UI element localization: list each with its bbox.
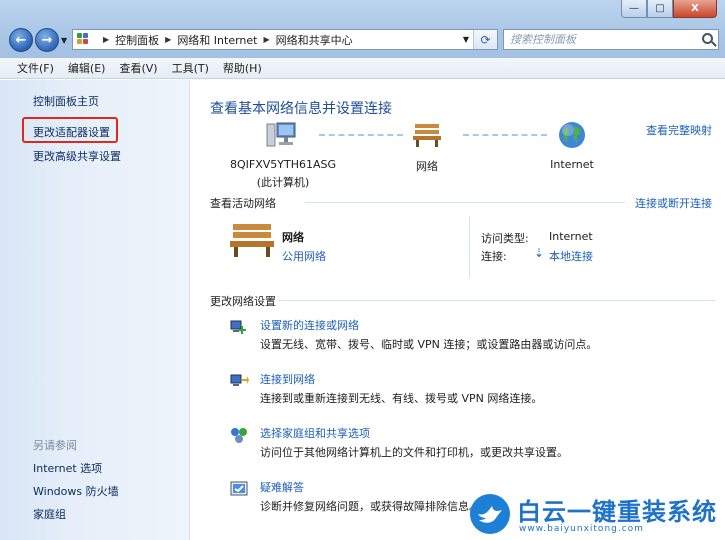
address-bar[interactable]: ▶ 控制面板 ▶ 网络和 Internet ▶ 网络和共享中心 ▼ ⟳ xyxy=(72,29,498,50)
network-bench-large-icon xyxy=(229,222,275,261)
connect-network-link[interactable]: 连接到网络 xyxy=(260,371,315,387)
task-description: 访问位于其他网络计算机上的文件和打印机，或更改共享设置。 xyxy=(260,446,568,459)
watermark: 白云一键重装系统 www.baiyunxitong.com xyxy=(470,490,725,540)
breadcrumb-network-internet[interactable]: 网络和 Internet xyxy=(177,32,257,48)
task-description: 连接到或重新连接到无线、有线、拨号或 VPN 网络连接。 xyxy=(260,392,543,405)
forward-button[interactable]: → xyxy=(35,28,59,52)
sidebar-item-change-advanced-sharing[interactable]: 更改高级共享设置 xyxy=(33,148,121,164)
connect-network-icon xyxy=(230,374,249,386)
chevron-right-icon[interactable]: ▶ xyxy=(264,35,270,44)
task-description: 诊断并修复网络问题，或获得故障排除信息。 xyxy=(260,500,480,513)
access-type-label: 访问类型: xyxy=(481,232,529,245)
sidebar-item-internet-options[interactable]: Internet 选项 xyxy=(33,460,102,476)
computer-icon[interactable] xyxy=(259,120,303,153)
chevron-right-icon[interactable]: ▶ xyxy=(165,35,171,44)
search-icon[interactable] xyxy=(702,33,713,44)
active-networks-heading: 查看活动网络 xyxy=(210,197,276,210)
computer-name: 8QIFXV5YTH61ASG xyxy=(229,158,337,171)
divider xyxy=(469,216,470,278)
refresh-icon[interactable]: ⟳ xyxy=(473,30,497,49)
setup-connection-link[interactable]: 设置新的连接或网络 xyxy=(260,317,359,333)
task-homegroup-sharing: 选择家庭组和共享选项 访问位于其他网络计算机上的文件和打印机，或更改共享设置。 xyxy=(229,425,709,461)
control-panel-icon xyxy=(77,32,93,47)
internet-node-label: Internet xyxy=(550,158,594,171)
sidebar-item-windows-firewall[interactable]: Windows 防火墙 xyxy=(33,483,119,499)
title-bar: — □ X ← → ▼ ▶ 控制面板 ▶ 网络和 Internet ▶ 网络和共… xyxy=(0,0,725,58)
chevron-right-icon[interactable]: ▶ xyxy=(103,35,109,44)
see-also-heading: 另请参阅 xyxy=(33,439,77,452)
watermark-url: www.baiyunxitong.com xyxy=(519,524,644,534)
menu-edit[interactable]: 编辑(E) xyxy=(61,60,113,76)
back-button[interactable]: ← xyxy=(9,28,33,52)
sidebar-item-control-panel-home[interactable]: 控制面板主页 xyxy=(33,93,99,109)
connections-label: 连接: xyxy=(481,250,507,263)
network-node-label: 网络 xyxy=(416,160,438,173)
search-box[interactable] xyxy=(503,29,719,50)
close-button[interactable]: X xyxy=(673,0,717,18)
menu-bar: 文件(F) 编辑(E) 查看(V) 工具(T) 帮助(H) xyxy=(0,58,725,79)
task-description: 设置无线、宽带、拨号、临时或 VPN 连接；或设置路由器或访问点。 xyxy=(260,338,598,351)
task-setup-connection: 设置新的连接或网络 设置无线、宽带、拨号、临时或 VPN 连接；或设置路由器或访… xyxy=(229,317,709,353)
access-type-value: Internet xyxy=(549,230,593,243)
breadcrumb-network-sharing-center[interactable]: 网络和共享中心 xyxy=(276,32,353,48)
connection-line xyxy=(319,134,403,136)
maximize-button[interactable]: □ xyxy=(647,0,673,18)
menu-help[interactable]: 帮助(H) xyxy=(216,60,269,76)
main-panel: 查看基本网络信息并设置连接 查看完整映射 8QIFXV5YTH61ASG (此计… xyxy=(191,80,725,540)
computer-sublabel: (此计算机) xyxy=(256,176,310,189)
network-type-link[interactable]: 公用网络 xyxy=(282,248,326,264)
connect-disconnect-link[interactable]: 连接或断开连接 xyxy=(635,195,712,211)
homegroup-icon xyxy=(231,428,247,443)
troubleshoot-icon xyxy=(230,481,248,496)
page-title: 查看基本网络信息并设置连接 xyxy=(210,101,392,117)
menu-tools[interactable]: 工具(T) xyxy=(165,60,216,76)
search-input[interactable] xyxy=(510,33,690,46)
ethernet-icon: ⇣ xyxy=(534,246,545,260)
sidebar: 控制面板主页 更改适配器设置 更改高级共享设置 另请参阅 Internet 选项… xyxy=(0,80,190,540)
globe-icon[interactable] xyxy=(555,120,589,153)
connection-line xyxy=(463,134,547,136)
watermark-brand: 白云一键重装系统 xyxy=(517,498,717,526)
recent-pages-dropdown-icon[interactable]: ▼ xyxy=(61,36,67,45)
sidebar-item-change-adapter-settings[interactable]: 更改适配器设置 xyxy=(33,124,110,140)
sidebar-item-homegroup[interactable]: 家庭组 xyxy=(33,506,66,522)
local-connection-link[interactable]: 本地连接 xyxy=(549,248,593,264)
network-bench-icon[interactable] xyxy=(410,122,444,151)
change-settings-heading: 更改网络设置 xyxy=(210,295,276,308)
menu-view[interactable]: 查看(V) xyxy=(112,60,164,76)
troubleshoot-link[interactable]: 疑难解答 xyxy=(260,479,304,495)
new-connection-icon xyxy=(230,320,246,334)
minimize-button[interactable]: — xyxy=(621,0,647,18)
menu-file[interactable]: 文件(F) xyxy=(10,60,61,76)
divider xyxy=(305,202,625,203)
window-controls: — □ X xyxy=(621,0,717,20)
address-dropdown-icon[interactable]: ▼ xyxy=(463,35,469,44)
network-name: 网络 xyxy=(282,231,304,244)
divider xyxy=(279,300,715,301)
view-full-map-link[interactable]: 查看完整映射 xyxy=(646,122,712,138)
breadcrumb-control-panel[interactable]: 控制面板 xyxy=(115,32,159,48)
homegroup-sharing-link[interactable]: 选择家庭组和共享选项 xyxy=(260,425,370,441)
bird-logo-icon xyxy=(470,494,510,534)
task-connect-network: 连接到网络 连接到或重新连接到无线、有线、拨号或 VPN 网络连接。 xyxy=(229,371,709,407)
